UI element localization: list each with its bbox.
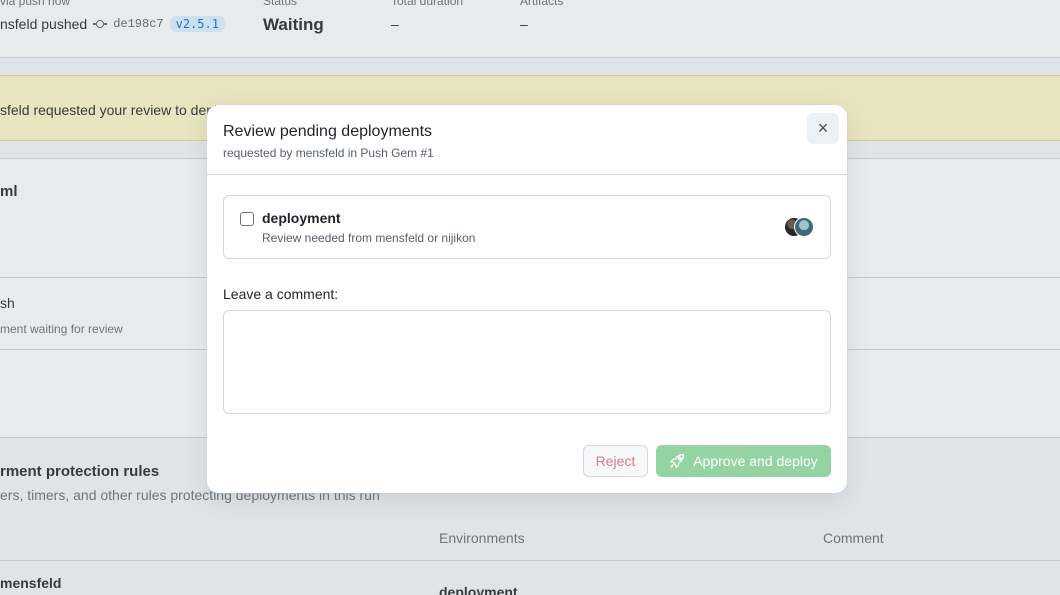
comment-textarea[interactable] <box>223 310 831 414</box>
review-deployments-dialog: Review pending deployments requested by … <box>207 105 847 493</box>
reviewer-avatars <box>784 217 814 237</box>
close-icon: × <box>817 118 829 138</box>
reject-button[interactable]: Reject <box>583 445 648 477</box>
environment-option[interactable]: deployment Review needed from mensfeld o… <box>223 195 831 259</box>
dialog-header: Review pending deployments requested by … <box>207 105 847 175</box>
environment-reviewers-text: Review needed from mensfeld or nijikon <box>262 231 476 245</box>
close-button[interactable]: × <box>807 113 839 144</box>
environment-name: deployment <box>262 210 341 226</box>
dialog-subtitle: requested by mensfeld in Push Gem #1 <box>223 146 434 160</box>
avatar <box>794 217 814 237</box>
dialog-title: Review pending deployments <box>223 123 433 140</box>
reject-label: Reject <box>595 453 636 469</box>
rocket-icon <box>669 453 685 469</box>
approve-label: Approve and deploy <box>693 453 818 469</box>
approve-and-deploy-button[interactable]: Approve and deploy <box>656 445 831 477</box>
comment-label: Leave a comment: <box>223 286 339 302</box>
environment-checkbox[interactable] <box>240 212 254 226</box>
